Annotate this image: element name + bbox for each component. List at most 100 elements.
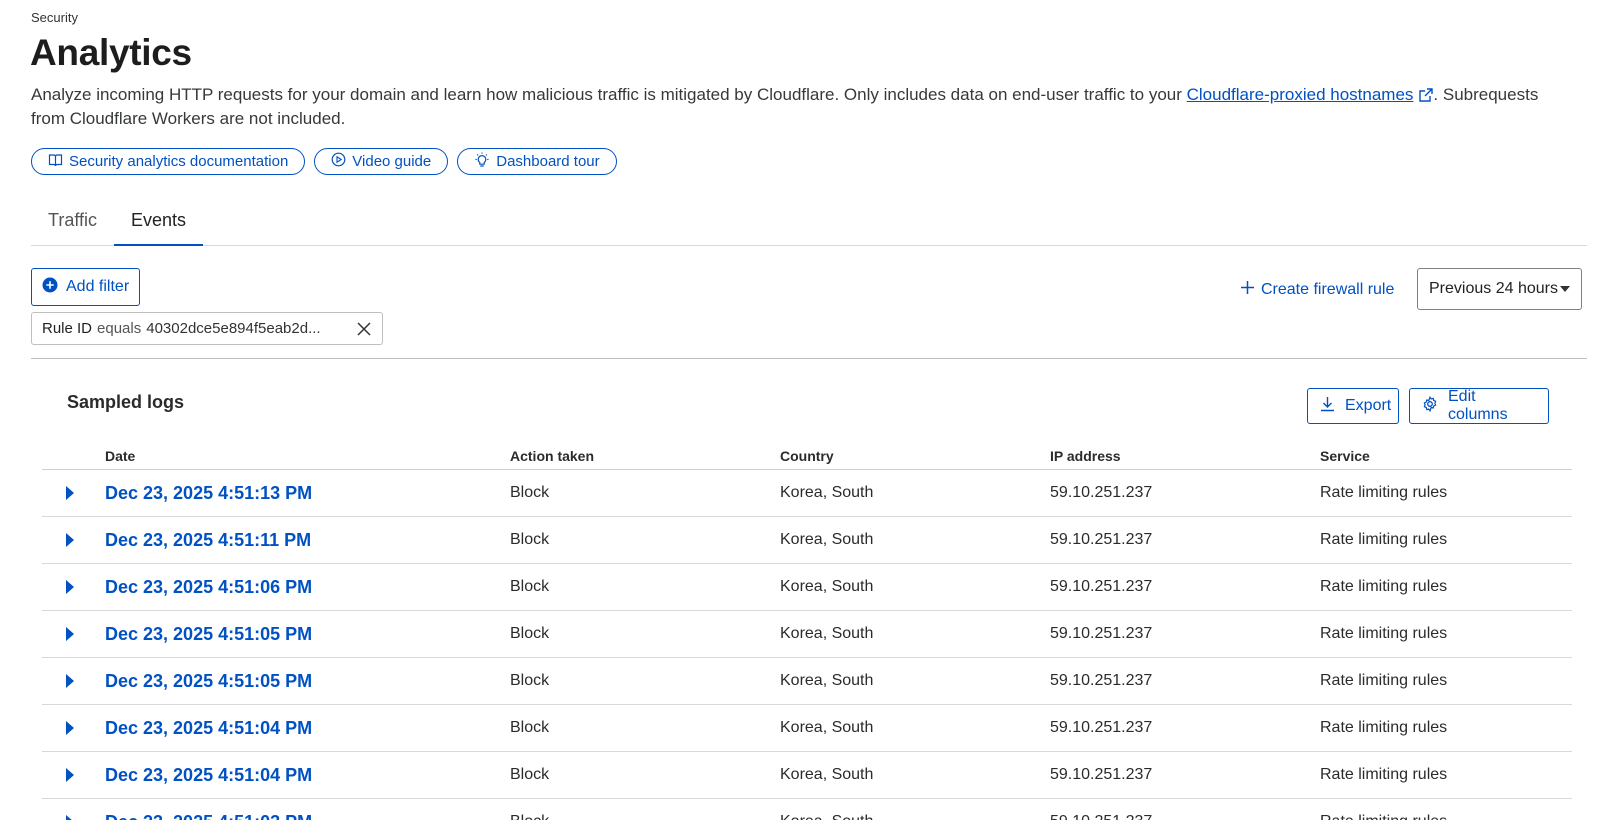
close-icon[interactable] <box>356 321 372 337</box>
video-guide-label: Video guide <box>352 153 432 170</box>
event-date-link[interactable]: Dec 23, 2025 4:51:04 PM <box>105 718 312 738</box>
event-ip: 59.10.251.237 <box>1050 578 1153 595</box>
column-header-date[interactable]: Date <box>105 448 510 464</box>
sampled-logs-table: Date Action taken Country IP address Ser… <box>42 442 1572 820</box>
event-date-link[interactable]: Dec 23, 2025 4:51:05 PM <box>105 624 312 644</box>
book-icon <box>48 153 63 171</box>
event-service: Rate limiting rules <box>1320 625 1448 642</box>
plus-circle-icon <box>42 277 58 298</box>
dashboard-tour-label: Dashboard tour <box>496 153 600 170</box>
caret-right-icon[interactable] <box>66 627 74 641</box>
caret-right-icon[interactable] <box>66 486 74 500</box>
event-action: Block <box>510 484 550 501</box>
table-row[interactable]: Dec 23, 2025 4:51:11 PM Block Korea, South… <box>42 517 1572 564</box>
event-date-link[interactable]: Dec 23, 2025 4:51:03 PM <box>105 812 312 820</box>
event-country: Korea, South <box>780 531 874 548</box>
event-action: Block <box>510 531 550 548</box>
gear-icon <box>1422 395 1438 417</box>
expand-row-cell <box>42 768 105 782</box>
expand-row-cell <box>42 627 105 641</box>
event-ip: 59.10.251.237 <box>1050 766 1153 783</box>
column-header-service[interactable]: Service <box>1320 448 1572 464</box>
table-row[interactable]: Dec 23, 2025 4:51:13 PM Block Korea, South… <box>42 470 1572 517</box>
tab-traffic[interactable]: Traffic <box>31 196 114 246</box>
event-date-link[interactable]: Dec 23, 2025 4:51:06 PM <box>105 577 312 597</box>
external-link-icon <box>1419 86 1434 108</box>
time-range-select[interactable]: Previous 24 hours <box>1417 268 1582 310</box>
add-filter-button[interactable]: Add filter <box>31 268 141 306</box>
expand-row-cell <box>42 486 105 500</box>
event-country: Korea, South <box>780 719 874 736</box>
add-filter-label: Add filter <box>66 278 130 295</box>
expand-row-cell <box>42 815 105 820</box>
plus-icon <box>1240 280 1255 300</box>
event-service: Rate limiting rules <box>1320 672 1448 689</box>
event-date-link[interactable]: Dec 23, 2025 4:51:05 PM <box>105 671 312 691</box>
proxied-hostnames-link[interactable]: Cloudflare-proxied hostnames <box>1187 85 1414 104</box>
caret-right-icon[interactable] <box>66 580 74 594</box>
event-service: Rate limiting rules <box>1320 531 1448 548</box>
table-row[interactable]: Dec 23, 2025 4:51:05 PM Block Korea, South… <box>42 611 1572 658</box>
event-country: Korea, South <box>780 672 874 689</box>
table-row[interactable]: Dec 23, 2025 4:51:03 PM BlockKorea, South… <box>42 799 1572 820</box>
lightbulb-icon <box>474 152 490 172</box>
event-service: Rate limiting rules <box>1320 484 1448 501</box>
edit-columns-label: Edit columns <box>1448 388 1508 423</box>
tab-events[interactable]: Events <box>114 196 204 246</box>
description-text: Analyze incoming HTTP requests for your … <box>31 85 1187 104</box>
caret-right-icon[interactable] <box>66 721 74 735</box>
caret-right-icon[interactable] <box>66 533 74 547</box>
event-ip: 59.10.251.237 <box>1050 719 1153 736</box>
expand-row-cell <box>42 721 105 735</box>
export-button[interactable]: Export <box>1307 388 1399 424</box>
table-header: Date Action taken Country IP address Ser… <box>42 442 1572 470</box>
caret-right-icon[interactable] <box>66 815 74 820</box>
event-service: Rate limiting rules <box>1320 813 1572 820</box>
table-body: Dec 23, 2025 4:51:13 PM Block Korea, South… <box>42 470 1572 820</box>
download-icon <box>1320 396 1335 417</box>
security-docs-label: Security analytics documentation <box>69 153 289 170</box>
event-action: Block <box>510 766 550 783</box>
column-header-action[interactable]: Action taken <box>510 448 780 464</box>
event-country: Korea, South <box>780 484 874 501</box>
table-row[interactable]: Dec 23, 2025 4:51:04 PM Block Korea, South… <box>42 752 1572 799</box>
table-row[interactable]: Dec 23, 2025 4:51:06 PM Block Korea, South… <box>42 564 1572 611</box>
section-divider <box>31 358 1587 359</box>
security-docs-button[interactable]: Security analytics documentation <box>31 148 306 175</box>
event-action: Block <box>510 813 780 820</box>
breadcrumb[interactable]: Security <box>31 10 78 25</box>
column-header-ip[interactable]: IP address <box>1050 448 1320 464</box>
video-guide-button[interactable]: Video guide <box>314 148 449 175</box>
time-range-value: Previous 24 hours <box>1429 280 1558 297</box>
event-ip: 59.10.251.237 <box>1050 625 1153 642</box>
caret-right-icon[interactable] <box>66 674 74 688</box>
page-title: Analytics <box>30 32 192 73</box>
dashboard-tour-button[interactable]: Dashboard tour <box>457 148 617 175</box>
event-date-link[interactable]: Dec 23, 2025 4:51:04 PM <box>105 765 312 785</box>
event-date-link[interactable]: Dec 23, 2025 4:51:13 PM <box>105 483 312 503</box>
sampled-logs-title: Sampled logs <box>67 392 185 412</box>
event-ip: 59.10.251.237 <box>1050 672 1153 689</box>
export-label: Export <box>1345 397 1392 414</box>
table-row[interactable]: Dec 23, 2025 4:51:04 PM Block Korea, South… <box>42 705 1572 752</box>
create-firewall-rule-link[interactable]: Create firewall rule <box>1240 280 1394 300</box>
event-date-link[interactable]: Dec 23, 2025 4:51:11 PM <box>105 530 311 550</box>
event-action: Block <box>510 719 550 736</box>
filter-value: 40302dce5e894f5eab2d... <box>146 320 321 337</box>
event-country: Korea, South <box>780 766 874 783</box>
create-firewall-rule-label: Create firewall rule <box>1261 281 1395 298</box>
tab-bar: Traffic Events <box>31 196 1587 246</box>
expand-row-cell <box>42 674 105 688</box>
column-header-country[interactable]: Country <box>780 448 1050 464</box>
caret-right-icon[interactable] <box>66 768 74 782</box>
filter-field: Rule ID <box>42 320 93 337</box>
table-row[interactable]: Dec 23, 2025 4:51:05 PM Block Korea, South… <box>42 658 1572 705</box>
event-ip: 59.10.251.237 <box>1050 813 1320 820</box>
event-action: Block <box>510 578 550 595</box>
event-action: Block <box>510 672 550 689</box>
chevron-down-icon <box>1560 286 1570 292</box>
event-country: Korea, South <box>780 625 874 642</box>
filter-chip[interactable]: Rule ID equals 40302dce5e894f5eab2d... <box>31 312 383 345</box>
edit-columns-button[interactable]: Edit columns <box>1409 388 1549 424</box>
event-service: Rate limiting rules <box>1320 578 1448 595</box>
